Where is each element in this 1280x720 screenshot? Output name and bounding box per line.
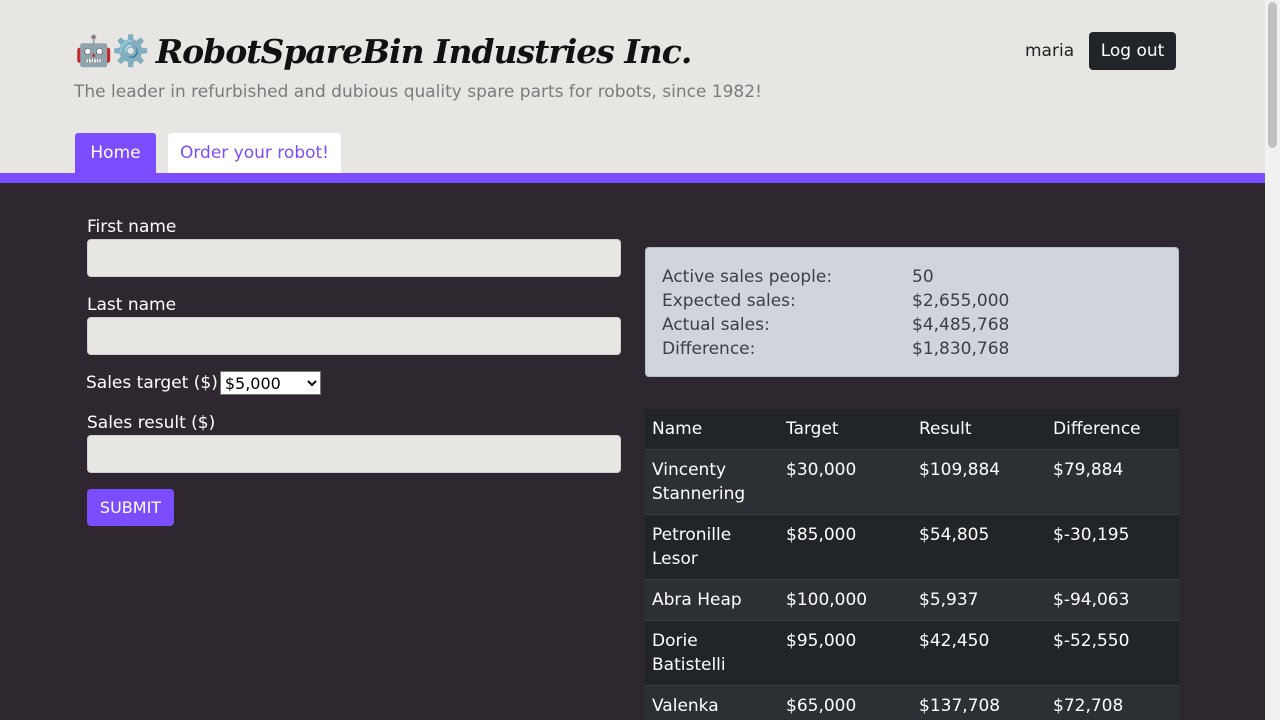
brand: 🤖⚙️ RobotSpareBin Industries Inc. bbox=[75, 32, 693, 72]
column-header-result: Result bbox=[912, 409, 1046, 450]
cell-result: $54,805 bbox=[919, 525, 990, 545]
scrollbar-thumb[interactable] bbox=[1268, 2, 1277, 148]
summary-key: Active sales people: bbox=[662, 267, 833, 287]
accent-stripe bbox=[0, 173, 1265, 183]
table-row: Valenka $65,000 $137,708 $72,708 bbox=[645, 685, 1179, 720]
cell-target: $85,000 bbox=[786, 525, 857, 545]
cell-result: $42,450 bbox=[919, 631, 990, 651]
table-row: Dorie Batistelli $95,000 $42,450 $-52,55… bbox=[645, 620, 1179, 686]
cell-name: Petronille Lesor bbox=[652, 525, 732, 569]
cell-result: $109,884 bbox=[919, 460, 1001, 480]
first-name-label: First name bbox=[87, 217, 177, 237]
sales-target-row: Sales target ($) $5,000 bbox=[86, 371, 321, 395]
cell-name: Abra Heap bbox=[652, 590, 742, 610]
cell-name: Dorie Batistelli bbox=[652, 631, 726, 675]
cell-result: $5,937 bbox=[919, 590, 979, 610]
sales-target-select[interactable]: $5,000 bbox=[219, 371, 321, 395]
summary-key: Actual sales: bbox=[662, 315, 770, 335]
cell-target: $65,000 bbox=[786, 696, 857, 716]
column-header-target: Target bbox=[779, 409, 912, 450]
sales-result-input[interactable] bbox=[87, 435, 621, 473]
summary-row: Active sales people: 50 bbox=[662, 265, 1162, 289]
cell-difference: $-30,195 bbox=[1053, 525, 1130, 545]
tab-home[interactable]: Home bbox=[75, 133, 156, 173]
summary-value: $2,655,000 bbox=[912, 291, 1010, 311]
table-row: Vincenty Stannering $30,000 $109,884 $79… bbox=[645, 449, 1179, 515]
first-name-input[interactable] bbox=[87, 239, 621, 277]
cell-target: $30,000 bbox=[786, 460, 857, 480]
site-title: RobotSpareBin Industries Inc. bbox=[155, 32, 693, 71]
cell-difference: $-94,063 bbox=[1053, 590, 1130, 610]
cell-target: $95,000 bbox=[786, 631, 857, 651]
last-name-label: Last name bbox=[87, 295, 177, 315]
table-row: Petronille Lesor $85,000 $54,805 $-30,19… bbox=[645, 514, 1179, 580]
table-header-row: Name Target Result Difference bbox=[645, 409, 1179, 450]
username: maria bbox=[1025, 41, 1075, 61]
cell-target: $100,000 bbox=[786, 590, 868, 610]
summary-key: Difference: bbox=[662, 339, 756, 359]
column-header-name: Name bbox=[645, 409, 779, 450]
tab-order-robot[interactable]: Order your robot! bbox=[168, 133, 341, 173]
sales-summary: Active sales people: 50 Expected sales: … bbox=[645, 247, 1179, 377]
sales-result-label: Sales result ($) bbox=[87, 413, 216, 433]
summary-value: $1,830,768 bbox=[912, 339, 1010, 359]
sales-target-label: Sales target ($) bbox=[86, 373, 218, 393]
cell-name: Vincenty Stannering bbox=[652, 460, 746, 504]
last-name-input[interactable] bbox=[87, 317, 621, 355]
cell-difference: $-52,550 bbox=[1053, 631, 1130, 651]
robot-gear-icon: 🤖⚙️ bbox=[75, 34, 150, 69]
column-header-difference: Difference bbox=[1046, 409, 1179, 450]
summary-value: 50 bbox=[912, 267, 934, 287]
summary-value: $4,485,768 bbox=[912, 315, 1010, 335]
cell-result: $137,708 bbox=[919, 696, 1001, 716]
summary-row: Actual sales: $4,485,768 bbox=[662, 313, 1162, 337]
sales-table: Name Target Result Difference Vincenty S… bbox=[645, 409, 1179, 720]
summary-key: Expected sales: bbox=[662, 291, 796, 311]
table-row: Abra Heap $100,000 $5,937 $-94,063 bbox=[645, 579, 1179, 621]
summary-row: Difference: $1,830,768 bbox=[662, 337, 1162, 361]
logout-button[interactable]: Log out bbox=[1089, 32, 1176, 70]
cell-difference: $79,884 bbox=[1053, 460, 1124, 480]
summary-row: Expected sales: $2,655,000 bbox=[662, 289, 1162, 313]
submit-button[interactable]: SUBMIT bbox=[87, 489, 174, 526]
cell-difference: $72,708 bbox=[1053, 696, 1124, 716]
site-subtitle: The leader in refurbished and dubious qu… bbox=[74, 82, 762, 102]
site-header: 🤖⚙️ RobotSpareBin Industries Inc. The le… bbox=[0, 0, 1265, 173]
cell-name: Valenka bbox=[652, 696, 719, 716]
